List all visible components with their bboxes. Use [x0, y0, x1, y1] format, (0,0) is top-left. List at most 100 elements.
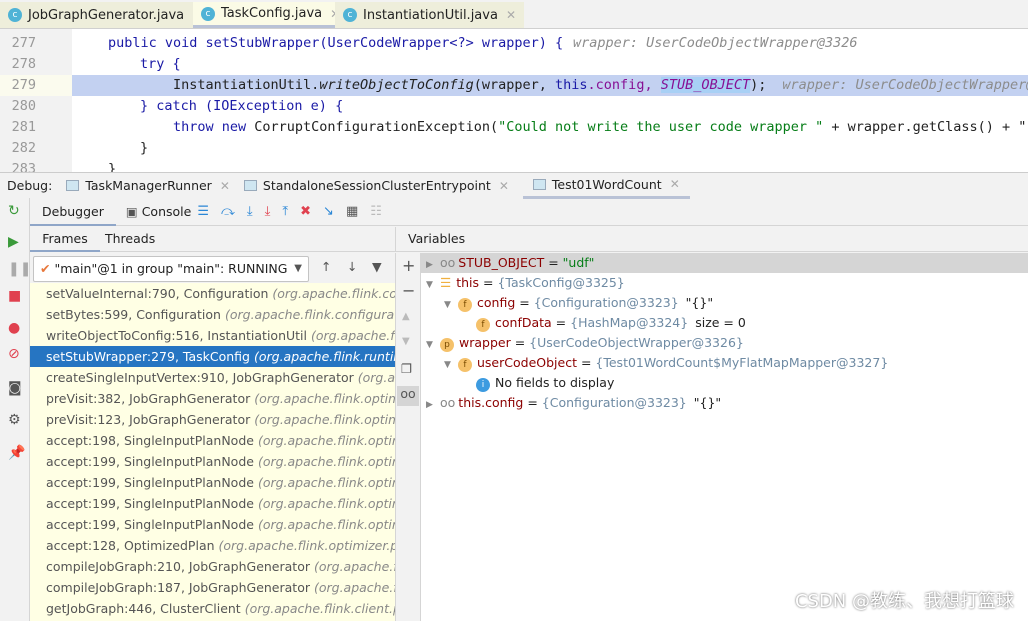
frames-tab[interactable]: Frames	[30, 227, 100, 252]
app-icon	[243, 180, 257, 191]
expand-down-icon[interactable]: ▼	[426, 275, 440, 295]
expand-down-icon[interactable]: ▼	[444, 355, 458, 375]
tab-taskconfig[interactable]: cTaskConfig.java✕	[193, 2, 349, 28]
close-icon[interactable]: ✕	[670, 177, 680, 191]
stack-frame[interactable]: accept:128, OptimizedPlan (org.apache.fl…	[30, 535, 395, 556]
stack-frame[interactable]: preVisit:123, JobGraphGenerator (org.apa…	[30, 409, 395, 430]
close-icon[interactable]: ✕	[506, 8, 516, 22]
frame-method: preVisit:123, JobGraphGenerator	[46, 412, 251, 427]
stack-frame[interactable]: createSingleInputVertex:910, JobGraphGen…	[30, 367, 395, 388]
step-over-icon[interactable]: ⤼	[221, 204, 235, 219]
stack-frame[interactable]: accept:198, SingleInputPlanNode (org.apa…	[30, 430, 395, 451]
variable-node[interactable]: ▶ oo STUB_OBJECT = "udf"	[421, 253, 1028, 273]
stack-frame[interactable]: accept:199, SingleInputPlanNode (org.apa…	[30, 514, 395, 535]
layout-icon[interactable]: ☰	[197, 204, 209, 219]
drop-frame-icon[interactable]: ✖	[300, 204, 311, 219]
run-to-cursor-icon[interactable]: ↘	[323, 204, 334, 219]
variable-node[interactable]: f confData = {HashMap@3324} size = 0	[421, 313, 1028, 333]
stack-frame[interactable]: preVisit:382, JobGraphGenerator (org.apa…	[30, 388, 395, 409]
expand-right-icon[interactable]: ▶	[426, 255, 440, 275]
debugger-tab[interactable]: Debugger	[30, 198, 116, 226]
stack-frame[interactable]: accept:199, SingleInputPlanNode (org.apa…	[30, 493, 395, 514]
arrow-up-icon[interactable]: ↑	[321, 259, 331, 274]
expand-down-icon[interactable]: ▼	[444, 295, 458, 315]
trace-icon[interactable]: ☷	[370, 204, 382, 219]
frames-list[interactable]: setValueInternal:790, Configuration (org…	[30, 283, 395, 621]
step-into-icon[interactable]: ⤓	[247, 204, 253, 219]
thread-selector[interactable]: ✔ "main"@1 in group "main": RUNNING ▼	[33, 256, 309, 282]
minus-icon[interactable]: −	[402, 281, 415, 300]
console-tab[interactable]: Console	[142, 204, 192, 219]
expand-down-icon[interactable]: ▼	[426, 335, 440, 355]
variable-name: userCodeObject	[477, 355, 577, 370]
rerun-icon[interactable]: ↻	[8, 203, 20, 219]
frame-method: accept:199, SingleInputPlanNode	[46, 496, 254, 511]
code-text: } catch (IOException e) {	[140, 98, 344, 114]
code-text: }	[108, 161, 117, 172]
move-down-icon[interactable]: ▼	[402, 336, 410, 347]
pause-icon[interactable]: ❚❚	[8, 261, 31, 277]
settings-icon[interactable]: ⚙	[8, 412, 21, 428]
code-editor[interactable]: 277 public void setStubWrapper(UserCodeWr…	[0, 29, 1028, 172]
frame-method: accept:199, SingleInputPlanNode	[46, 517, 254, 532]
variable-node[interactable]: ▼ f userCodeObject = {Test01WordCount$MyFl…	[421, 353, 1028, 373]
move-up-icon[interactable]: ▲	[402, 311, 410, 322]
variable-node[interactable]: ▼ f config = {Configuration@3323} "{}"	[421, 293, 1028, 313]
frame-package: (org.apache.flink.client.progr	[244, 601, 395, 616]
evaluate-expression-icon[interactable]: ▦	[346, 204, 358, 219]
code-text: STUB_OBJECT	[660, 77, 751, 93]
stack-frame[interactable]: accept:199, SingleInputPlanNode (org.apa…	[30, 472, 395, 493]
check-icon: ✔	[40, 261, 51, 276]
stop-icon[interactable]: ■	[8, 288, 21, 304]
close-icon[interactable]: ✕	[499, 179, 509, 193]
plus-icon[interactable]: +	[402, 256, 415, 275]
variable-node[interactable]: i No fields to display	[421, 373, 1028, 393]
pin-icon[interactable]: 📌	[8, 445, 25, 461]
stack-frame[interactable]: setBytes:599, Configuration (org.apache.…	[30, 304, 395, 325]
stack-frame[interactable]: setStubWrapper:279, TaskConfig (org.apac…	[30, 346, 395, 367]
filter-icon[interactable]: ▼	[372, 259, 382, 274]
frame-method: setStubWrapper:279, TaskConfig	[46, 349, 250, 364]
variable-type: {HashMap@3324}	[570, 315, 689, 330]
session-tab-test01wordcount[interactable]: Test01WordCount ✕	[522, 173, 690, 199]
variables-tree[interactable]: ▶ oo STUB_OBJECT = "udf" ▼ ☰ this = {TaskConf…	[420, 253, 1028, 621]
code-line: 277 public void setStubWrapper(UserCodeWr…	[0, 33, 1028, 54]
stack-frame[interactable]: setValueInternal:790, Configuration (org…	[30, 283, 395, 304]
variable-type: {Configuration@3323}	[541, 395, 687, 410]
frame-package: (org.apache.flink.u	[310, 328, 395, 343]
force-step-into-icon[interactable]: ⤓	[265, 204, 271, 219]
tab-jobgraphgenerator[interactable]: cJobGraphGenerator.java✕	[0, 2, 211, 28]
watches-icon[interactable]: oo	[397, 386, 419, 406]
variable-name: wrapper	[459, 335, 511, 350]
tab-instantiationutil[interactable]: c InstantiationUtil.java ✕	[335, 2, 524, 28]
threads-tab[interactable]: Threads	[105, 227, 155, 251]
resume-icon[interactable]: ▶	[8, 234, 19, 250]
camera-icon[interactable]: ◙	[8, 380, 22, 396]
stack-frame[interactable]: compileJobGraph:210, JobGraphGenerator (…	[30, 556, 395, 577]
frame-package: (org.apache.flink.optimize	[257, 433, 395, 448]
step-out-icon[interactable]: ⤒	[282, 204, 288, 219]
stack-frame[interactable]: compileJobGraph:187, JobGraphGenerator (…	[30, 577, 395, 598]
session-tab-taskmanagerrunner[interactable]: TaskManagerRunner ✕	[66, 173, 230, 199]
expand-right-icon[interactable]: ▶	[426, 395, 440, 415]
line-number: 279	[0, 75, 72, 96]
view-breakpoints-icon[interactable]: ●	[8, 320, 20, 336]
frame-method: accept:198, SingleInputPlanNode	[46, 433, 254, 448]
variable-node[interactable]: ▶ oo this.config = {Configuration@3323} "{…	[421, 393, 1028, 413]
copy-icon[interactable]: ❐	[401, 361, 412, 376]
frame-package: (org.apache.flink.runtime.c	[253, 349, 395, 364]
mute-breakpoints-icon[interactable]: ⊘	[8, 346, 20, 362]
variable-node[interactable]: ▼ ☰ this = {TaskConfig@3325}	[421, 273, 1028, 293]
stack-frame[interactable]: writeObjectToConfig:516, InstantiationUt…	[30, 325, 395, 346]
code-line: 281 throw new CorruptConfigurationExcepti…	[0, 117, 1028, 138]
stack-frame[interactable]: getJobGraph:446, ClusterClient (org.apac…	[30, 598, 395, 619]
close-icon[interactable]: ✕	[220, 179, 230, 193]
variable-node[interactable]: ▼ p wrapper = {UserCodeObjectWrapper@3326}	[421, 333, 1028, 353]
variable-extra: "{}"	[693, 395, 722, 410]
arrow-down-icon[interactable]: ↓	[347, 259, 357, 274]
session-tab-standalone[interactable]: StandaloneSessionClusterEntrypoint ✕	[243, 173, 509, 199]
line-number: 281	[11, 119, 36, 135]
stack-frame[interactable]: accept:199, SingleInputPlanNode (org.apa…	[30, 451, 395, 472]
frame-method: writeObjectToConfig:516, InstantiationUt…	[46, 328, 307, 343]
class-icon: c	[201, 6, 215, 21]
